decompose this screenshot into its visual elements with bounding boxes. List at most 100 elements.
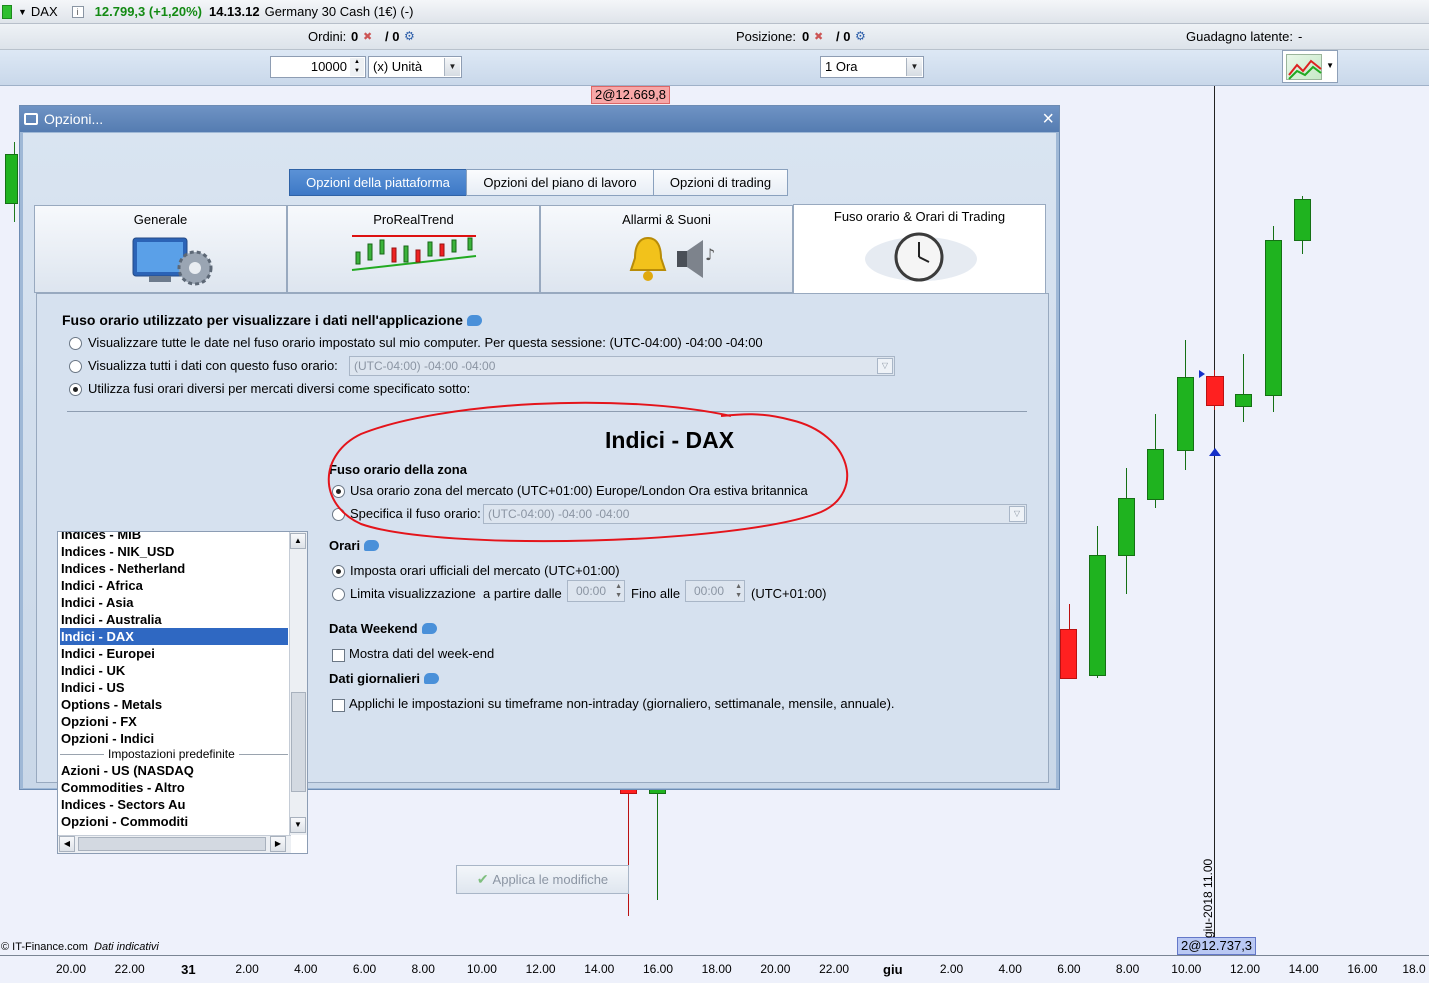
speaker-icon: ♪ xyxy=(673,236,723,285)
market-list[interactable]: Indices - MIB Indices - NIK_USD Indices … xyxy=(57,531,308,854)
tab-allarmi-label: Allarmi & Suoni xyxy=(622,212,711,227)
time-stepper[interactable]: ▲ ▼ xyxy=(615,582,622,600)
scroll-up-icon[interactable]: ▲ xyxy=(290,533,306,549)
orders-gear-icon[interactable]: ⚙ xyxy=(404,29,415,43)
tab-fuso-orario[interactable]: Fuso orario & Orari di Trading xyxy=(793,204,1046,293)
list-item[interactable]: Indici - Asia xyxy=(60,594,288,611)
instrument-bar: ▼ DAX i 12.799,3 (+1,20%) 14.13.12 Germa… xyxy=(0,0,1429,24)
close-positions-icon[interactable]: ✖ xyxy=(814,30,823,43)
quantity-stepper[interactable]: ▲ ▼ xyxy=(350,58,364,76)
orari-heading-text: Orari xyxy=(329,538,361,553)
orari-to-input[interactable]: 00:00 ▲ ▼ xyxy=(685,580,745,602)
unit-select[interactable]: (x) Unità ▼ xyxy=(368,56,462,78)
tab-allarmi-suoni[interactable]: Allarmi & Suoni ♪ xyxy=(540,205,793,293)
daily-heading: Dati giornalieri xyxy=(329,671,440,686)
x-tick-label: 4.00 xyxy=(294,962,318,976)
x-tick-label: 8.00 xyxy=(411,962,435,976)
time-axis[interactable]: 20.00 22.00 31 2.00 4.00 6.00 8.00 10.00 12.00 14… xyxy=(0,955,1429,983)
x-tick-label: 22.00 xyxy=(819,962,850,976)
timeframe-select[interactable]: 1 Ora ▼ xyxy=(820,56,924,78)
instrument-name: Germany 30 Cash (1€) (-) xyxy=(264,4,414,19)
list-item[interactable]: Indici - US xyxy=(60,679,288,696)
list-item[interactable]: Options - Metals xyxy=(60,696,288,713)
list-item[interactable]: Indices - MIB xyxy=(60,532,288,543)
list-separator: Impostazioni predefinite xyxy=(60,746,288,763)
tab-workspace-options[interactable]: Opzioni del piano di lavoro xyxy=(466,169,654,196)
help-bubble-icon[interactable] xyxy=(466,315,482,326)
vertical-scrollbar[interactable]: ▲ ▼ xyxy=(289,532,307,835)
orari-radio-official[interactable] xyxy=(332,565,345,578)
positions-gear-icon[interactable]: ⚙ xyxy=(855,29,866,43)
scroll-thumb[interactable] xyxy=(291,692,306,792)
scroll-right-icon[interactable]: ▶ xyxy=(270,836,286,852)
horizontal-scrollbar[interactable]: ◀ ▶ xyxy=(58,835,291,853)
tab-generale[interactable]: Generale xyxy=(34,205,287,293)
daily-checkbox[interactable] xyxy=(332,699,345,712)
red-annotation-circle xyxy=(327,401,848,543)
options-icon xyxy=(24,113,38,125)
scroll-thumb[interactable] xyxy=(78,837,266,851)
x-tick-label: 16.00 xyxy=(642,962,674,976)
close-icon[interactable]: × xyxy=(1042,106,1054,132)
quantity-input[interactable]: 10000 ▲ ▼ xyxy=(270,56,366,78)
tab-prorealtrend[interactable]: ProRealTrend xyxy=(287,205,540,293)
x-tick-label: 20.00 xyxy=(55,962,87,976)
orders-bar: Ordini: 0 ✖ / 0 ⚙ Posizione: 0 ✖ / 0 ⚙ G… xyxy=(0,24,1429,50)
tz-radio-computer[interactable] xyxy=(69,337,82,350)
list-item[interactable]: Opzioni - Indici xyxy=(60,730,288,747)
candle xyxy=(1206,376,1224,406)
apply-changes-button[interactable]: ✔ Applica le modifiche xyxy=(456,865,629,894)
list-item[interactable]: Indices - Netherland xyxy=(60,560,288,577)
list-item[interactable]: Commodities - Altro xyxy=(60,779,288,796)
separator-label: Impostazioni predefinite xyxy=(104,747,239,761)
candle xyxy=(5,154,18,204)
chevron-down-icon[interactable]: ▼ xyxy=(1326,61,1334,70)
list-item[interactable]: Opzioni - FX xyxy=(60,713,288,730)
tz-option-computer: Visualizzare tutte le date nel fuso orar… xyxy=(88,335,763,350)
list-item[interactable]: Azioni - US (NASDAQ xyxy=(60,762,288,779)
info-icon[interactable]: i xyxy=(71,5,84,18)
x-tick-label: 22.00 xyxy=(114,962,145,976)
list-item[interactable]: Indici - Africa xyxy=(60,577,288,594)
list-item[interactable]: Indici - Australia xyxy=(60,611,288,628)
tab-platform-options[interactable]: Opzioni della piattaforma xyxy=(289,169,467,196)
help-bubble-icon[interactable] xyxy=(421,623,437,634)
help-bubble-icon[interactable] xyxy=(364,540,380,551)
tz-custom-select[interactable]: (UTC-04:00) -04:00 -04:00 ▽ xyxy=(349,356,895,376)
quantity-value: 10000 xyxy=(310,59,347,74)
chevron-down-icon[interactable]: ▼ xyxy=(906,58,922,76)
weekend-checkbox[interactable] xyxy=(332,649,345,662)
tz-option-custom: Visualizza tutti i dati con questo fuso … xyxy=(88,358,338,373)
help-bubble-icon[interactable] xyxy=(424,673,440,684)
list-item[interactable]: Opzioni - Commoditi xyxy=(60,813,288,830)
list-item[interactable]: Indici - Europei xyxy=(60,645,288,662)
list-item-selected[interactable]: Indici - DAX xyxy=(60,628,288,645)
dialog-titlebar[interactable]: Opzioni... × xyxy=(20,106,1059,132)
orari-radio-limit[interactable] xyxy=(332,588,345,601)
list-item[interactable]: Indices - NIK_USD xyxy=(60,543,288,560)
scroll-down-icon[interactable]: ▼ xyxy=(290,817,306,833)
symbol-label[interactable]: DAX xyxy=(31,4,58,19)
cancel-orders-icon[interactable]: ✖ xyxy=(363,30,372,43)
orari-to-label: Fino alle xyxy=(631,586,681,601)
timezone-settings-panel: Fuso orario utilizzato per visualizzare … xyxy=(36,293,1049,894)
list-item[interactable]: Indices - Sectors Au xyxy=(60,796,288,813)
tz-radio-per-market[interactable] xyxy=(69,383,82,396)
tz-heading-text: Fuso orario utilizzato per visualizzare … xyxy=(62,312,463,328)
time-stepper[interactable]: ▲ ▼ xyxy=(735,582,742,600)
unit-value: (x) Unità xyxy=(373,59,423,74)
guadagno-value: - xyxy=(1298,29,1303,44)
chevron-down-icon[interactable]: ▽ xyxy=(1009,506,1025,522)
chart-indicator-button[interactable]: ▼ xyxy=(1282,50,1338,83)
candle-icon[interactable] xyxy=(2,4,12,19)
tz-radio-custom[interactable] xyxy=(69,360,82,373)
trend-chart-icon xyxy=(350,234,478,277)
list-item[interactable]: Indici - UK xyxy=(60,662,288,679)
dropdown-arrow-icon[interactable]: ▼ xyxy=(18,7,27,17)
orari-from-input[interactable]: 00:00 ▲ ▼ xyxy=(567,580,625,602)
tab-trading-options[interactable]: Opzioni di trading xyxy=(653,169,788,196)
posizione-total: / 0 xyxy=(836,29,851,44)
chevron-down-icon[interactable]: ▽ xyxy=(877,358,893,374)
chevron-down-icon[interactable]: ▼ xyxy=(444,58,460,76)
scroll-left-icon[interactable]: ◀ xyxy=(59,836,75,852)
